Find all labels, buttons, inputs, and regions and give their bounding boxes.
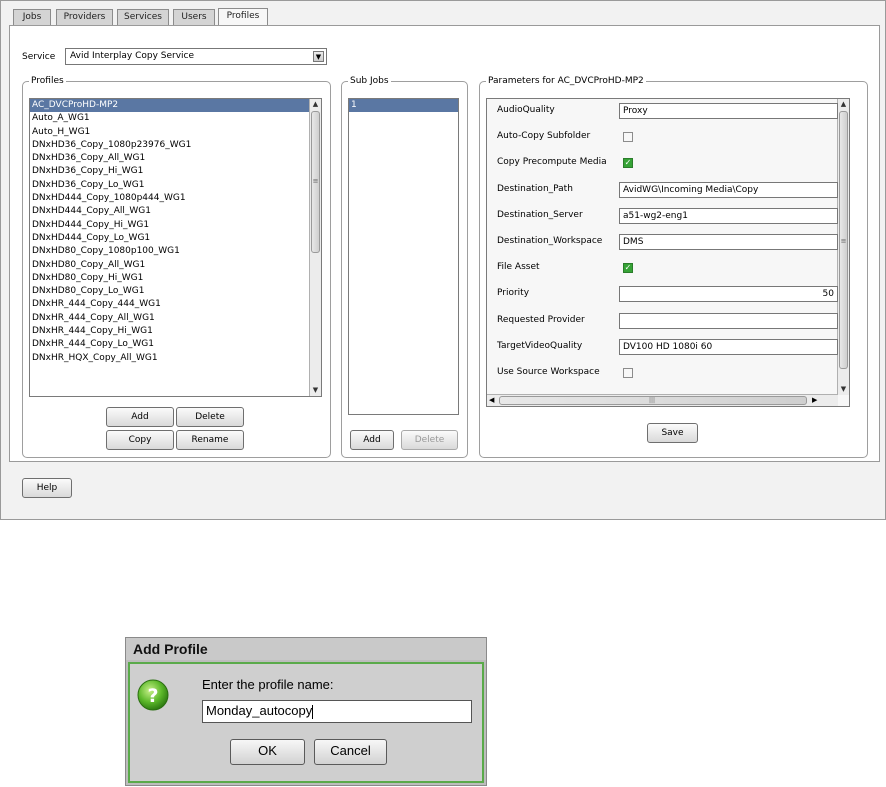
- svg-text:?: ?: [147, 685, 158, 707]
- dialog-title: Add Profile: [126, 638, 486, 660]
- param-field[interactable]: AvidWG\Incoming Media\Copy: [619, 181, 838, 198]
- param-label: File Asset: [497, 262, 540, 273]
- ok-button[interactable]: OK: [230, 739, 305, 765]
- scroll-up-icon[interactable]: ▲: [838, 99, 849, 110]
- chevron-down-icon[interactable]: ▼: [313, 51, 324, 62]
- help-button[interactable]: Help: [22, 478, 72, 498]
- param-label: Destination_Server: [497, 209, 583, 220]
- subjob-add-button[interactable]: Add: [350, 430, 394, 450]
- parameters-group-title: Parameters for AC_DVCProHD-MP2: [486, 76, 646, 86]
- profile-list-item[interactable]: Auto_H_WG1: [30, 126, 309, 139]
- param-checkbox[interactable]: ✓: [623, 263, 633, 274]
- param-checkbox[interactable]: ✓: [623, 158, 633, 169]
- scroll-down-icon[interactable]: ▼: [310, 385, 321, 396]
- profile-list-item[interactable]: DNxHR_HQX_Copy_All_WG1: [30, 352, 309, 365]
- checkmark-icon: ✓: [624, 158, 632, 168]
- checkmark-icon: ✓: [624, 263, 632, 273]
- param-label: AudioQuality: [497, 105, 555, 115]
- profile-list-item[interactable]: DNxHR_444_Copy_444_WG1: [30, 298, 309, 311]
- param-checkbox[interactable]: [623, 368, 633, 378]
- dialog-prompt: Enter the profile name:: [202, 677, 334, 692]
- tab-profiles[interactable]: Profiles: [218, 8, 268, 26]
- profiles-scrollbar[interactable]: ▲ ≡ ▼: [309, 99, 321, 396]
- profiles-group-title: Profiles: [29, 76, 66, 86]
- param-label: Priority: [497, 288, 530, 299]
- profile-list-item[interactable]: DNxHD80_Copy_Hi_WG1: [30, 272, 309, 285]
- param-label: Destination_Path: [497, 183, 573, 194]
- profile-list-item[interactable]: DNxHD36_Copy_All_WG1: [30, 152, 309, 165]
- scroll-left-icon[interactable]: ◀: [489, 395, 494, 406]
- service-select[interactable]: Avid Interplay Copy Service ▼: [65, 48, 327, 65]
- profiles-list[interactable]: AC_DVCProHD-MP2 Auto_A_WG1 Auto_H_WG1 DNxHD…: [29, 98, 322, 397]
- question-icon: ?: [137, 679, 169, 711]
- tab-jobs[interactable]: Jobs: [13, 9, 51, 25]
- tab-services[interactable]: Services: [117, 9, 169, 25]
- profile-list-item[interactable]: DNxHD444_Copy_All_WG1: [30, 205, 309, 218]
- save-button[interactable]: Save: [647, 423, 698, 443]
- profile-list-item[interactable]: DNxHD36_Copy_Lo_WG1: [30, 179, 309, 192]
- profile-list-item[interactable]: DNxHD80_Copy_All_WG1: [30, 259, 309, 272]
- param-field[interactable]: DV100 HD 1080i 60: [619, 338, 838, 355]
- grip-icon: |||: [649, 397, 656, 404]
- profile-list-item[interactable]: DNxHD80_Copy_1080p100_WG1: [30, 245, 309, 258]
- scroll-up-icon[interactable]: ▲: [310, 99, 321, 110]
- tab-providers[interactable]: Providers: [56, 9, 113, 25]
- param-field[interactable]: DMS: [619, 234, 838, 250]
- profile-rename-button[interactable]: Rename: [176, 430, 244, 450]
- param-label: Auto-Copy Subfolder: [497, 131, 591, 142]
- param-field[interactable]: [619, 312, 838, 329]
- profile-list-item[interactable]: DNxHD444_Copy_Lo_WG1: [30, 232, 309, 245]
- profile-list-item[interactable]: DNxHD36_Copy_Hi_WG1: [30, 165, 309, 178]
- tab-users[interactable]: Users: [173, 9, 215, 25]
- profile-list-item[interactable]: DNxHD80_Copy_Lo_WG1: [30, 285, 309, 298]
- profile-name-input[interactable]: Monday_autocopy: [202, 700, 472, 723]
- dialog-body: ? Enter the profile name: Monday_autocop…: [128, 662, 484, 783]
- subjob-list-item[interactable]: 1: [349, 99, 458, 113]
- parameters-vscrollbar[interactable]: ▲ ≡ ▼: [837, 99, 849, 395]
- profile-list-item[interactable]: DNxHD36_Copy_1080p23976_WG1: [30, 139, 309, 152]
- profile-name-value: Monday_autocopy: [206, 703, 313, 718]
- profile-list-item[interactable]: DNxHR_444_Copy_Lo_WG1: [30, 338, 309, 351]
- service-label: Service: [22, 52, 56, 62]
- param-field[interactable]: 50: [619, 286, 838, 303]
- subjobs-group-title: Sub Jobs: [348, 76, 391, 86]
- param-label: Requested Provider: [497, 314, 585, 325]
- scroll-down-icon[interactable]: ▼: [838, 384, 849, 395]
- param-field[interactable]: Proxy: [619, 103, 838, 119]
- param-label: Use Source Workspace: [497, 367, 600, 377]
- add-profile-dialog: Add Profile ? Enter the profile name: Mo…: [125, 637, 487, 786]
- param-label: Destination_Workspace: [497, 236, 603, 246]
- profile-copy-button[interactable]: Copy: [106, 430, 174, 450]
- text-cursor: [312, 704, 314, 719]
- param-field[interactable]: a51-wg2-eng1: [619, 207, 838, 224]
- grip-icon: ≡: [312, 177, 319, 185]
- parameters-table: ▲ ≡ ▼ ◀ ||| ▶: [486, 98, 850, 407]
- parameters-hscrollbar[interactable]: ◀ ||| ▶: [487, 394, 838, 406]
- profile-list-item[interactable]: DNxHR_444_Copy_Hi_WG1: [30, 325, 309, 338]
- profile-list-item[interactable]: DNxHD444_Copy_1080p444_WG1: [30, 192, 309, 205]
- subjob-delete-button: Delete: [401, 430, 458, 450]
- grip-icon: ≡: [840, 237, 847, 245]
- param-checkbox[interactable]: [623, 132, 633, 143]
- profile-list-item[interactable]: DNxHR_444_Copy_All_WG1: [30, 312, 309, 325]
- profile-delete-button[interactable]: Delete: [176, 407, 244, 427]
- param-label: Copy Precompute Media: [497, 157, 607, 168]
- scroll-right-icon[interactable]: ▶: [812, 395, 817, 406]
- profile-add-button[interactable]: Add: [106, 407, 174, 427]
- service-select-value: Avid Interplay Copy Service: [70, 51, 195, 61]
- main-window: Jobs Providers Services Users Profiles S…: [0, 0, 886, 520]
- param-label: TargetVideoQuality: [497, 340, 583, 351]
- profile-list-item[interactable]: Auto_A_WG1: [30, 112, 309, 125]
- subjobs-list[interactable]: 1: [348, 98, 459, 415]
- profile-list-item[interactable]: AC_DVCProHD-MP2: [30, 99, 309, 113]
- cancel-button[interactable]: Cancel: [314, 739, 387, 765]
- profile-list-item[interactable]: DNxHD444_Copy_Hi_WG1: [30, 219, 309, 232]
